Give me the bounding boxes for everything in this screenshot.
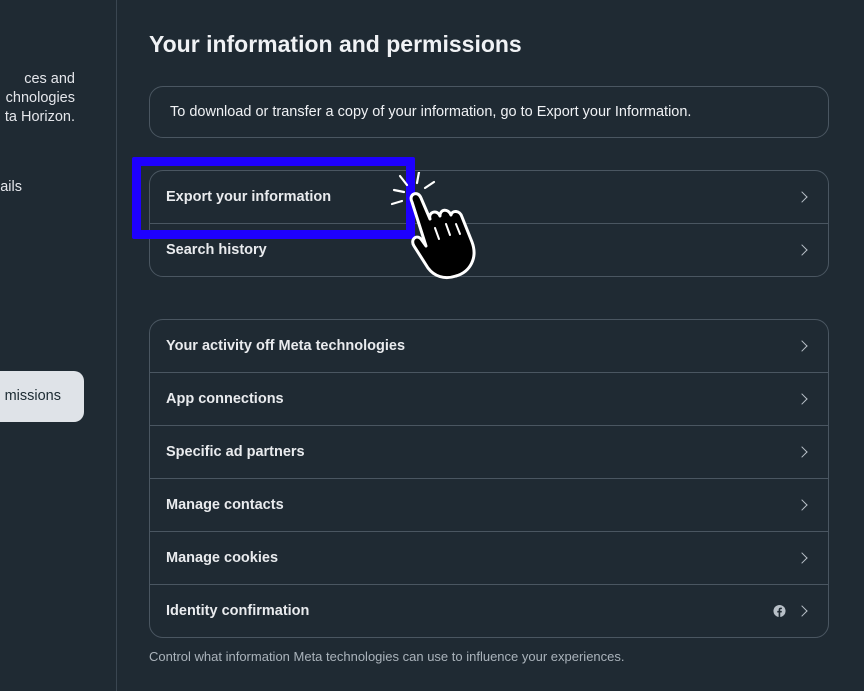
pointer-hand-icon [390,172,476,280]
chevron-right-icon [796,499,808,511]
chevron-right-icon [796,605,808,617]
item-label: App connections [166,391,284,407]
chevron-right-icon [796,191,808,203]
sidebar-desc-line: chnologies [5,90,75,106]
footnote: Control what information Meta technologi… [149,649,625,664]
sidebar-desc-line: ta Horizon. [4,109,75,125]
sidebar-item-details[interactable]: ails [0,178,22,197]
manage-contacts-item[interactable]: Manage contacts [150,479,828,532]
chevron-right-icon [796,552,808,564]
item-label: Search history [166,242,267,258]
page-title: Your information and permissions [149,31,522,57]
sidebar-desc-line: ces and [24,71,75,87]
sidebar-description: ces and chnologies ta Horizon. [0,70,75,127]
page: ces and chnologies ta Horizon. ails miss… [0,0,864,691]
chevron-right-icon [796,244,808,256]
specific-ad-partners-item[interactable]: Specific ad partners [150,426,828,479]
item-label: Manage cookies [166,550,279,566]
chevron-right-icon [796,393,808,405]
highlight-box [132,157,415,239]
chevron-right-icon [796,446,808,458]
sidebar-item-permissions[interactable]: missions [0,371,84,422]
facebook-icon [773,604,786,618]
item-label: Specific ad partners [166,444,305,460]
activity-off-meta-item[interactable]: Your activity off Meta technologies [150,320,828,373]
sidebar: ces and chnologies ta Horizon. ails [0,0,117,691]
chevron-right-icon [796,340,808,352]
manage-cookies-item[interactable]: Manage cookies [150,532,828,585]
item-label: Your activity off Meta technologies [166,338,406,354]
identity-confirmation-item[interactable]: Identity confirmation [150,585,828,637]
app-connections-item[interactable]: App connections [150,373,828,426]
item-label: Identity confirmation [166,603,310,619]
info-banner: To download or transfer a copy of your i… [149,86,829,138]
settings-card: Your activity off Meta technologies App … [149,319,829,638]
item-label: Manage contacts [166,497,284,513]
